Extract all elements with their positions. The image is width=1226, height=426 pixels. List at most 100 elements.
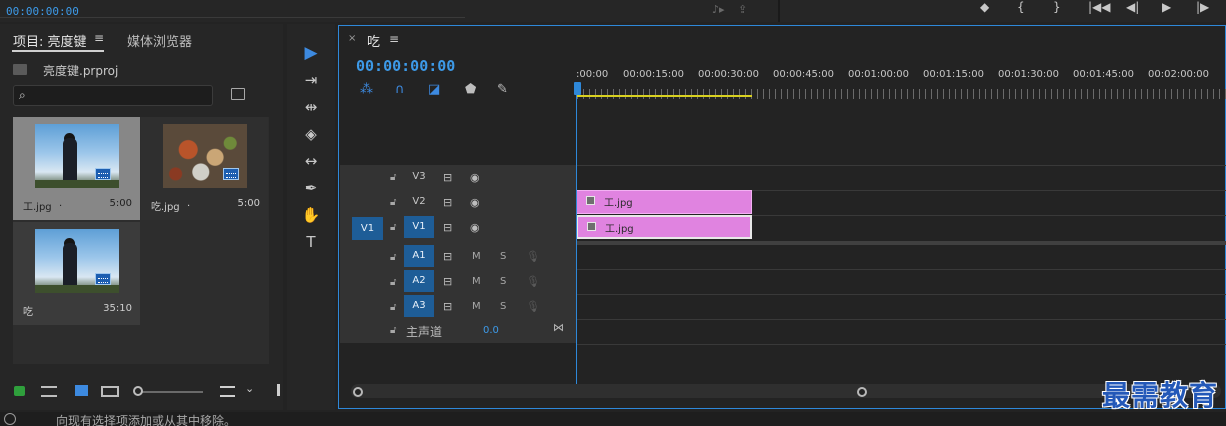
- sync-lock-icon[interactable]: ⊟: [443, 250, 452, 263]
- tab-project[interactable]: 项目: 亮度键: [13, 31, 87, 50]
- top-divider: [0, 17, 465, 18]
- wrench-icon[interactable]: ✎: [497, 82, 508, 97]
- icon-view-icon[interactable]: [75, 385, 88, 396]
- lock-icon[interactable]: [14, 386, 25, 396]
- mute-button[interactable]: M: [472, 301, 481, 312]
- eye-icon[interactable]: ◉: [470, 171, 480, 184]
- ruler-label: 00:01:00:00: [848, 69, 910, 80]
- mark-in-icon[interactable]: {: [1017, 0, 1025, 14]
- track-v1-label[interactable]: V1: [404, 216, 434, 238]
- ruler-label: 00:01:45:00: [1073, 69, 1135, 80]
- track-v3-label[interactable]: V3: [404, 166, 434, 188]
- zoom-slider-handle[interactable]: [133, 386, 143, 396]
- clip-v2[interactable]: 工.jpg: [576, 190, 752, 214]
- clip-v1[interactable]: 工.jpg: [576, 215, 752, 239]
- timeline-timecode[interactable]: 00:00:00:00: [356, 57, 455, 75]
- panel-menu-icon[interactable]: ≡: [94, 31, 104, 45]
- work-area-bar[interactable]: [576, 95, 752, 97]
- sequence-item[interactable]: 吃 35:10: [13, 222, 140, 325]
- mute-button[interactable]: M: [472, 251, 481, 262]
- ruler-label: 00:02:00:00: [1148, 69, 1210, 80]
- status-bar: 向现有选择项添加或从其中移除。: [0, 412, 1226, 426]
- sync-lock-icon[interactable]: ⊟: [443, 171, 452, 184]
- tab-media-browser[interactable]: 媒体浏览器: [127, 31, 192, 50]
- thumbnail-image: [163, 124, 247, 188]
- razor-tool-icon[interactable]: ◈: [300, 123, 322, 145]
- track-select-tool-icon[interactable]: ⇥: [300, 69, 322, 91]
- status-text: 向现有选择项添加或从其中移除。: [56, 414, 237, 426]
- media-name: 工.jpg: [23, 202, 52, 213]
- eye-icon[interactable]: ◉: [470, 196, 480, 209]
- media-item[interactable]: 吃.jpg . 5:00: [141, 117, 268, 220]
- clip-name: 工.jpg: [604, 198, 633, 209]
- playhead-line[interactable]: [576, 94, 577, 384]
- track-v2-label[interactable]: V2: [404, 191, 434, 213]
- track-a3-label[interactable]: A3: [404, 295, 434, 317]
- panel-menu-icon[interactable]: ≡: [389, 32, 399, 46]
- freeform-view-icon[interactable]: [101, 386, 119, 397]
- track-lock-icon[interactable]: 🔓︎: [390, 325, 396, 336]
- slip-tool-icon[interactable]: ↔: [300, 150, 322, 172]
- sort-icon[interactable]: [220, 386, 235, 397]
- horizontal-scrollbar[interactable]: [351, 384, 1221, 398]
- media-dot: .: [187, 198, 191, 209]
- source-patch-v1[interactable]: V1: [352, 217, 383, 240]
- eye-icon[interactable]: ◉: [470, 221, 480, 234]
- list-view-icon[interactable]: [41, 386, 57, 397]
- time-ruler[interactable]: :00:00 00:00:15:00 00:00:30:00 00:00:45:…: [576, 69, 1226, 83]
- mic-icon[interactable]: 🎙︎: [526, 275, 540, 288]
- track-lock-icon[interactable]: 🔓︎: [390, 252, 396, 263]
- snap-icon[interactable]: ∩: [395, 82, 405, 97]
- ripple-edit-tool-icon[interactable]: ⇹: [300, 96, 322, 118]
- solo-button[interactable]: S: [500, 276, 506, 287]
- close-icon[interactable]: ×: [348, 33, 356, 44]
- mic-icon[interactable]: 🎙︎: [526, 250, 540, 263]
- sync-lock-icon[interactable]: ⊟: [443, 221, 452, 234]
- track-lock-icon[interactable]: 🔓︎: [390, 172, 396, 183]
- more-icon[interactable]: [277, 384, 280, 396]
- watermark-logo: 最需教育: [1102, 379, 1219, 412]
- zoom-slider[interactable]: [135, 391, 203, 393]
- chevron-down-icon[interactable]: ⌄: [245, 382, 254, 395]
- step-forward-icon[interactable]: |▶: [1196, 0, 1209, 14]
- sync-lock-icon[interactable]: ⊟: [443, 196, 452, 209]
- sync-lock-icon[interactable]: ⊟: [443, 300, 452, 313]
- track-a2-label[interactable]: A2: [404, 270, 434, 292]
- search-input[interactable]: ⌕: [13, 85, 213, 106]
- pen-tool-icon[interactable]: ✒: [300, 177, 322, 199]
- active-tab-underline: [12, 50, 104, 52]
- scrollbar-left-handle[interactable]: [353, 387, 363, 397]
- scrollbar-right-handle[interactable]: [857, 387, 867, 397]
- hand-tool-icon[interactable]: ✋: [300, 204, 322, 226]
- sequence-tab[interactable]: 吃: [367, 31, 380, 50]
- track-a1-label[interactable]: A1: [404, 245, 434, 267]
- add-marker-icon[interactable]: ◆: [980, 0, 989, 14]
- solo-button[interactable]: S: [500, 301, 506, 312]
- export-frame-icon[interactable]: ⇪: [738, 3, 747, 16]
- linked-selection-icon[interactable]: ◪: [428, 82, 440, 97]
- solo-button[interactable]: S: [500, 251, 506, 262]
- timeline-panel: × 吃 ≡ 00:00:00:00 ⁂ ∩ ◪ ⬟ ✎ :00:00 00:00…: [338, 25, 1226, 412]
- media-item[interactable]: 工.jpg . 5:00: [13, 117, 140, 220]
- insert-icon[interactable]: ♪▸: [712, 3, 725, 16]
- mute-button[interactable]: M: [472, 276, 481, 287]
- thumbnail-image: [35, 229, 119, 293]
- track-lock-icon[interactable]: 🔓︎: [390, 302, 396, 313]
- add-marker-icon[interactable]: ⬟: [465, 82, 476, 97]
- nest-icon[interactable]: ⁂: [360, 82, 373, 97]
- mark-out-icon[interactable]: }: [1053, 0, 1061, 14]
- selection-tool-icon[interactable]: ▶: [300, 42, 322, 64]
- go-to-end-icon[interactable]: ⋈: [553, 321, 564, 334]
- track-lock-icon[interactable]: 🔓︎: [390, 222, 396, 233]
- sync-lock-icon[interactable]: ⊟: [443, 275, 452, 288]
- type-tool-icon[interactable]: T: [300, 231, 322, 253]
- master-volume-value[interactable]: 0.0: [483, 325, 499, 336]
- track-lock-icon[interactable]: 🔓︎: [390, 197, 396, 208]
- new-bin-icon[interactable]: [231, 88, 245, 100]
- track-lock-icon[interactable]: 🔓︎: [390, 277, 396, 288]
- go-to-in-icon[interactable]: |◀◀: [1088, 0, 1111, 14]
- panel-separator: [778, 0, 780, 22]
- step-back-icon[interactable]: ◀|: [1126, 0, 1139, 14]
- play-icon[interactable]: ▶: [1162, 0, 1171, 14]
- mic-icon[interactable]: 🎙︎: [526, 300, 540, 313]
